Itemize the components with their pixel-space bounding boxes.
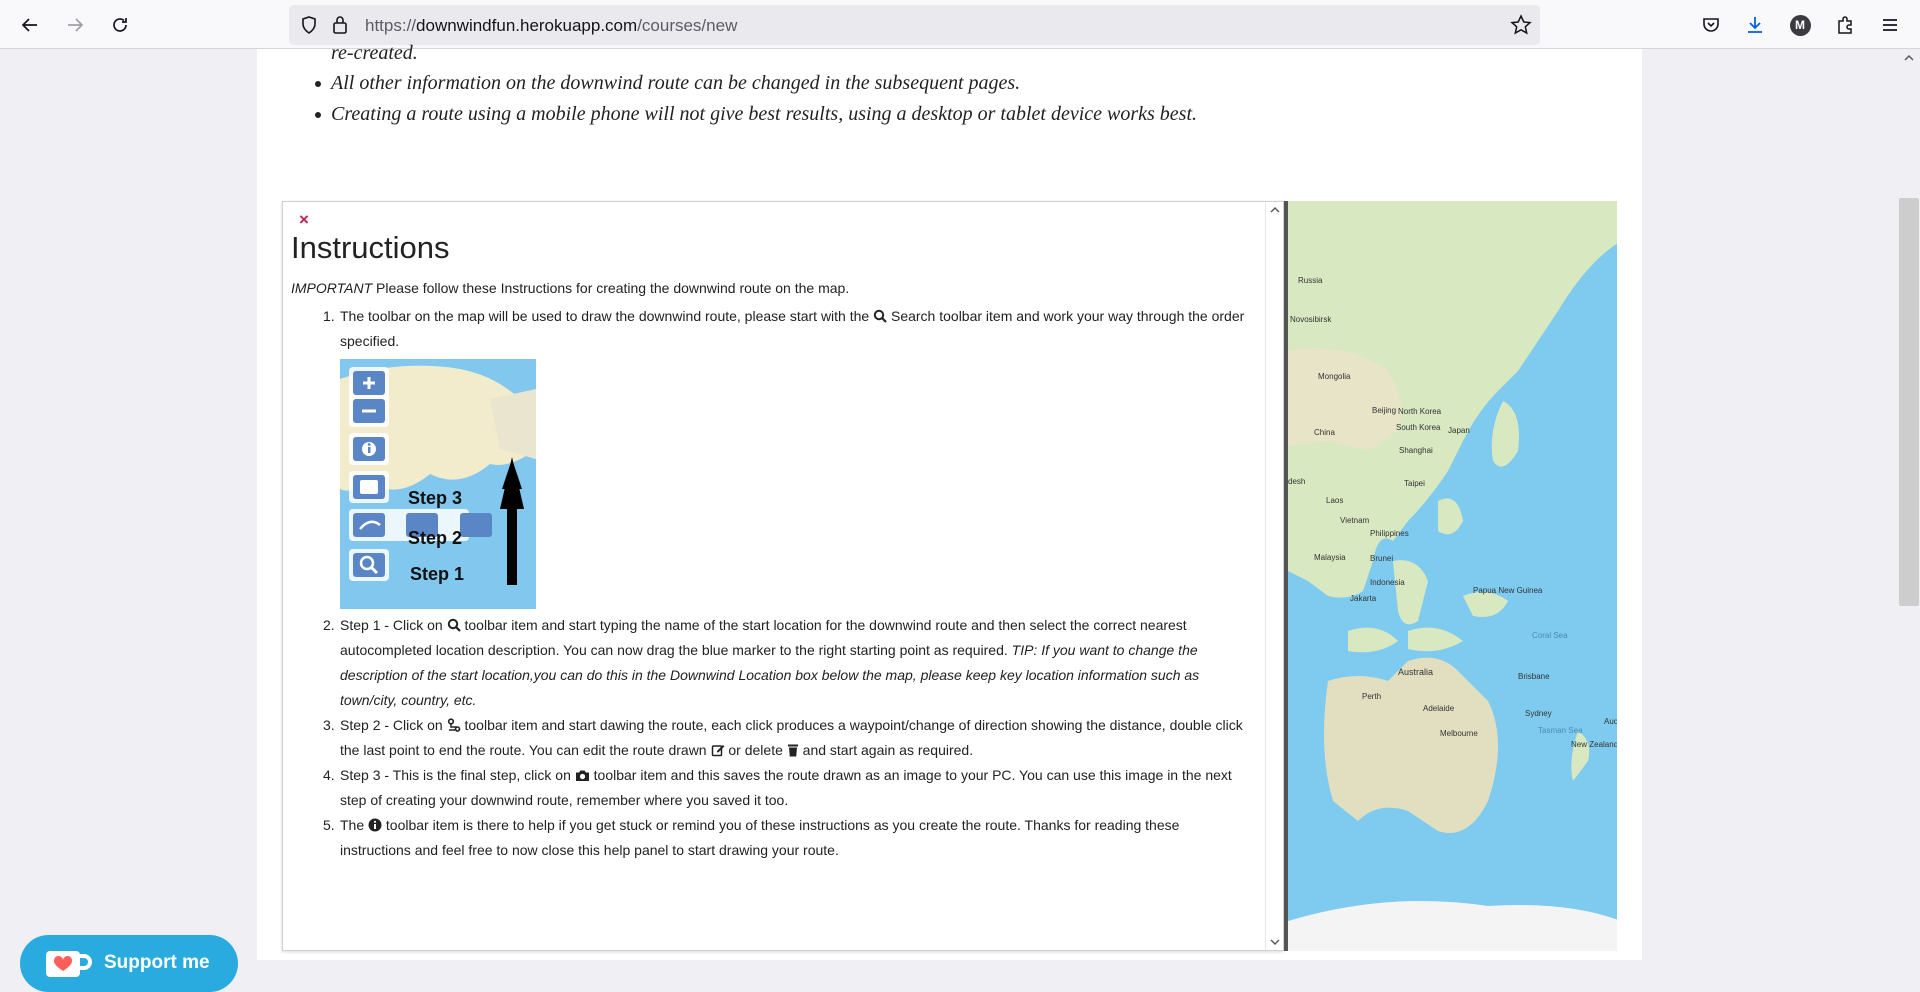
map-label: New Zealand xyxy=(1571,740,1617,749)
back-button[interactable] xyxy=(15,10,45,40)
map-label: Papua New Guinea xyxy=(1473,586,1543,595)
step-text: or delete xyxy=(724,742,787,758)
map-label: South Korea xyxy=(1396,423,1441,432)
url-text[interactable]: https://downwindfun.herokuapp.com/course… xyxy=(365,16,737,36)
edit-icon xyxy=(711,745,724,757)
map-label: Malaysia xyxy=(1314,553,1346,562)
menu-icon[interactable] xyxy=(1875,10,1905,40)
close-panel-button[interactable]: × xyxy=(299,210,309,230)
map-label: desh xyxy=(1288,477,1306,486)
search-icon xyxy=(447,618,461,632)
forward-button[interactable] xyxy=(60,10,90,40)
downloads-icon[interactable] xyxy=(1740,10,1770,40)
extensions-icon[interactable] xyxy=(1830,10,1860,40)
map-label: Beijing xyxy=(1372,406,1397,415)
url-path: /courses/new xyxy=(637,16,738,35)
map-label: China xyxy=(1314,428,1335,437)
chevron-down-icon[interactable] xyxy=(1270,938,1280,946)
map-label: North Korea xyxy=(1398,407,1442,416)
reload-button[interactable] xyxy=(105,10,135,40)
toolbar-image-label: Step 1 xyxy=(410,564,465,584)
map-label: Perth xyxy=(1362,692,1382,701)
support-me-label: Support me xyxy=(104,952,210,973)
step-item: 5. The toolbar item is there to help if … xyxy=(323,817,1180,858)
map-label: Melbourne xyxy=(1440,729,1478,738)
search-icon xyxy=(873,309,887,323)
kofi-cup-icon xyxy=(46,951,92,977)
map-label: Australia xyxy=(1398,667,1434,677)
map-label: Shanghai xyxy=(1399,446,1433,455)
arrow-left-icon xyxy=(21,18,37,32)
map-label: Russia xyxy=(1298,276,1323,285)
account-avatar[interactable]: M xyxy=(1785,10,1815,40)
arrow-right-icon xyxy=(68,18,84,32)
map-label: Brisbane xyxy=(1518,672,1550,681)
bullet-continuation: re-created. xyxy=(331,42,418,64)
important-label: IMPORTANT xyxy=(291,280,373,296)
map-label: Japan xyxy=(1448,426,1470,435)
toolbar-image-label: Step 3 xyxy=(408,488,463,508)
reload-icon xyxy=(113,18,127,32)
step-text: The toolbar on the map will be used to d… xyxy=(340,308,874,324)
step-text: toolbar item is there to help if you get… xyxy=(340,817,1180,858)
step-text: Step 1 - Click on xyxy=(340,617,447,633)
map-label: Mongolia xyxy=(1318,372,1351,381)
step-item: 4. Step 3 - This is the final step, clic… xyxy=(323,767,1232,808)
instructions-panel[interactable]: × Instructions IMPORTANT Please follow t… xyxy=(282,201,1284,951)
steps-list: 1. The toolbar on the map will be used t… xyxy=(323,304,1250,863)
map-label: Novosibirsk xyxy=(1290,315,1332,324)
chevron-up-icon[interactable] xyxy=(1270,206,1280,214)
step-text: Step 2 - Click on xyxy=(340,717,447,733)
bullet-item: All other information on the downwind ro… xyxy=(315,72,1021,95)
route-icon xyxy=(447,718,460,732)
map-label: Brunei xyxy=(1370,554,1394,563)
map-label: Tasman Sea xyxy=(1538,726,1583,735)
toolbar-example-image: Step 3 Step 2 Step 1 xyxy=(340,359,536,609)
map-tiles xyxy=(1288,201,1617,951)
url-bar[interactable]: https://downwindfun.herokuapp.com/course… xyxy=(289,5,1540,45)
map-label: Sydney xyxy=(1525,709,1552,718)
page-viewport: re-created. All other information on the… xyxy=(0,42,1920,992)
map-label: Auckland xyxy=(1604,717,1617,726)
url-prefix: https:// xyxy=(365,16,417,35)
page-scroll-thumb[interactable] xyxy=(1899,198,1919,606)
bookmark-star-icon[interactable] xyxy=(1510,14,1532,41)
browser-toolbar: https://downwindfun.herokuapp.com/course… xyxy=(0,0,1920,49)
step-text: and start again as required. xyxy=(798,742,974,758)
map-label: Coral Sea xyxy=(1532,631,1568,640)
step-item: 2. Step 1 - Click on toolbar item and st… xyxy=(323,617,1200,708)
lock-icon[interactable] xyxy=(331,15,349,40)
map-label: Vietnam xyxy=(1340,516,1370,525)
step-item: 3. Step 2 - Click on toolbar item and st… xyxy=(323,717,1243,758)
map-label: Adelaide xyxy=(1423,704,1455,713)
avatar-initial: M xyxy=(1789,14,1811,36)
chevron-up-icon[interactable] xyxy=(1904,54,1914,62)
map-label: Philippines xyxy=(1370,529,1409,538)
support-me-button[interactable]: Support me xyxy=(20,935,238,992)
map-label: Jakarta xyxy=(1350,594,1377,603)
step-text: The xyxy=(340,817,369,833)
camera-icon xyxy=(575,770,589,781)
important-note: IMPORTANT Please follow these Instructio… xyxy=(291,280,849,296)
toolbar-image-label: Step 2 xyxy=(408,528,463,548)
step-text: Step 3 - This is the final step, click o… xyxy=(340,767,575,783)
map-label: Laos xyxy=(1326,496,1344,505)
map-label: Indonesia xyxy=(1370,578,1405,587)
map-label: Taipei xyxy=(1404,479,1425,488)
important-text: Please follow these Instructions for cre… xyxy=(372,280,850,296)
step-item: 1. The toolbar on the map will be used t… xyxy=(323,304,1250,609)
info-icon xyxy=(368,818,382,832)
bullet-text: Creating a route using a mobile phone wi… xyxy=(331,103,1198,125)
tracking-protection-icon[interactable] xyxy=(299,15,319,40)
bullet-item: Creating a route using a mobile phone wi… xyxy=(315,103,1198,126)
trash-icon xyxy=(787,744,798,757)
instructions-title: Instructions xyxy=(291,230,450,265)
url-host: downwindfun.herokuapp.com xyxy=(416,16,638,35)
bullet-text: All other information on the downwind ro… xyxy=(331,72,1021,94)
route-map[interactable]: Russia Novosibirsk Mongolia China Beijin… xyxy=(1284,201,1617,951)
panel-scrollbar[interactable] xyxy=(1265,202,1283,950)
pocket-icon[interactable] xyxy=(1696,10,1726,40)
